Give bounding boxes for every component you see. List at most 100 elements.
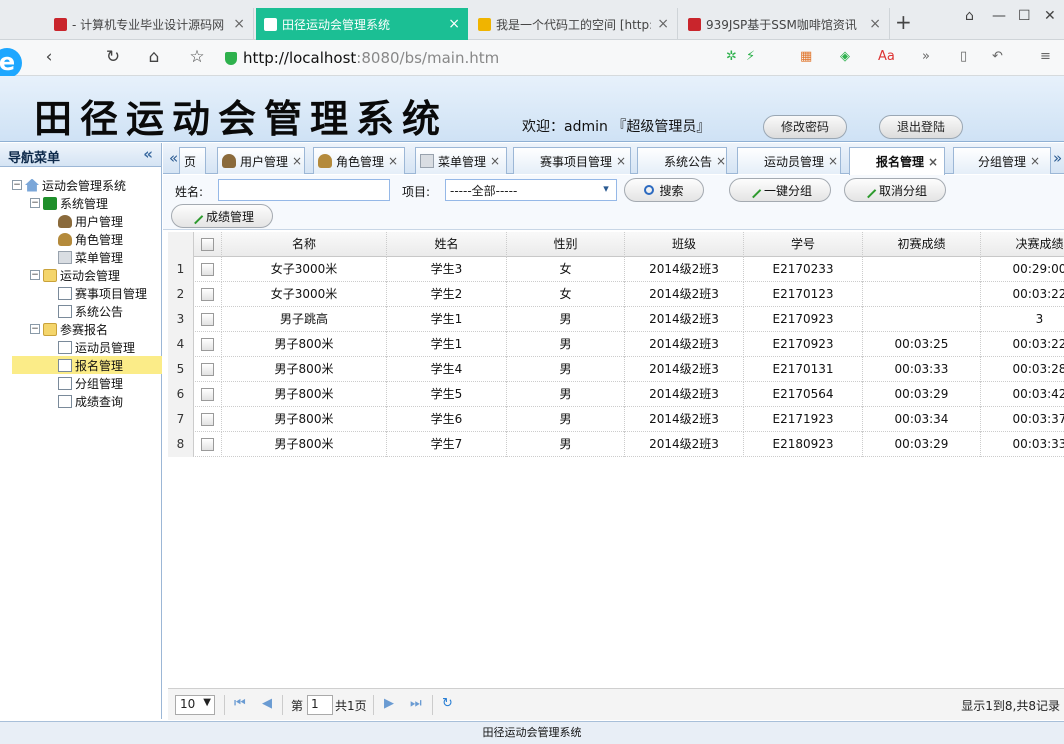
last-page-icon[interactable]: ⏭ — [410, 696, 422, 711]
tree-node-event-management[interactable]: 赛事项目管理 — [58, 284, 147, 302]
close-tab-icon[interactable]: × — [657, 16, 669, 32]
collapse-toggle-icon[interactable]: − — [30, 198, 40, 208]
tab-menu-management[interactable]: 菜单管理 × — [415, 147, 507, 174]
select-all-checkbox[interactable] — [201, 238, 214, 251]
collapse-toggle-icon[interactable]: − — [12, 180, 22, 190]
cancel-group-button[interactable]: 取消分组 — [844, 178, 946, 202]
tree-node-athlete-management[interactable]: 运动员管理 — [58, 338, 135, 356]
row-checkbox[interactable] — [201, 313, 214, 326]
lightning-icon[interactable]: ⚡ — [746, 49, 755, 64]
security-icon[interactable]: ◈ — [840, 49, 850, 64]
undo-icon[interactable]: ↶ — [992, 49, 1003, 64]
column-header-class[interactable]: 班级 — [625, 232, 744, 257]
column-header-event[interactable]: 名称 — [222, 232, 387, 257]
scroll-tabs-left-icon[interactable]: « — [169, 149, 178, 167]
tab-athlete-management[interactable]: 运动员管理 × — [737, 147, 841, 174]
row-checkbox-cell[interactable] — [194, 407, 222, 432]
column-header-final-score[interactable]: 决赛成绩 — [981, 232, 1064, 257]
column-header-gender[interactable]: 性别 — [507, 232, 625, 257]
row-checkbox[interactable] — [201, 263, 214, 276]
table-row[interactable]: 7 男子800米 学生6 男 2014级2班3 E2171923 00:03:34 00:03… — [168, 407, 1064, 432]
table-row[interactable]: 6 男子800米 学生5 男 2014级2班3 E2170564 00:03:29 00:03… — [168, 382, 1064, 407]
table-row[interactable]: 3 男子跳高 学生1 男 2014级2班3 E2170923 3 — [168, 307, 1064, 332]
tab-user-management[interactable]: 用户管理 × — [217, 147, 305, 174]
row-checkbox[interactable] — [201, 388, 214, 401]
tree-node-user-management[interactable]: 用户管理 — [58, 212, 123, 230]
collapse-toggle-icon[interactable]: − — [30, 324, 40, 334]
menu-icon[interactable]: ≡ — [1040, 49, 1051, 64]
refresh-icon[interactable]: ↻ — [442, 696, 453, 711]
tab-role-management[interactable]: 角色管理 × — [313, 147, 405, 174]
browser-tab-4[interactable]: 939JSP基于SSM咖啡馆资讯 × — [680, 8, 890, 40]
score-management-button[interactable]: 成绩管理 — [171, 204, 273, 228]
tree-node-menu-management[interactable]: 菜单管理 — [58, 248, 123, 266]
first-page-icon[interactable]: ⏮ — [234, 696, 246, 711]
collapse-toggle-icon[interactable]: − — [30, 270, 40, 280]
tree-node-root[interactable]: − 运动会管理系统 — [12, 176, 126, 194]
row-checkbox[interactable] — [201, 338, 214, 351]
browser-tab-3[interactable]: 我是一个代码工的空间 [http: × — [470, 8, 678, 40]
apps-icon[interactable]: ▦ — [800, 49, 812, 64]
page-number-input[interactable]: 1 — [307, 695, 333, 715]
row-checkbox[interactable] — [201, 438, 214, 451]
scroll-tabs-right-icon[interactable]: » — [1053, 149, 1062, 167]
tab-home-partial[interactable]: 页 — [179, 147, 206, 174]
table-row[interactable]: 8 男子800米 学生7 男 2014级2班3 E2180923 00:03:29 00:03… — [168, 432, 1064, 457]
tree-node-system[interactable]: − 系统管理 — [30, 194, 108, 212]
translate-icon[interactable]: Aa — [878, 49, 895, 64]
tree-node-role-management[interactable]: 角色管理 — [58, 230, 123, 248]
tree-node-sports-meet[interactable]: − 运动会管理 — [30, 266, 120, 284]
tab-announcements[interactable]: 系统公告 × — [637, 147, 727, 174]
close-window-button[interactable]: ✕ — [1044, 8, 1056, 24]
search-button[interactable]: 搜索 — [624, 178, 704, 202]
mobile-icon[interactable]: ▯ — [960, 49, 967, 64]
row-checkbox-cell[interactable] — [194, 357, 222, 382]
row-checkbox-cell[interactable] — [194, 382, 222, 407]
table-row[interactable]: 2 女子3000米 学生2 女 2014级2班3 E2170123 00:03:22 — [168, 282, 1064, 307]
shirt-icon[interactable]: ⌂ — [965, 8, 974, 24]
new-tab-button[interactable]: + — [895, 10, 912, 34]
tab-group-management[interactable]: 分组管理 × — [953, 147, 1051, 174]
name-input[interactable] — [218, 179, 390, 201]
table-row[interactable]: 5 男子800米 学生4 男 2014级2班3 E2170131 00:03:33 00:03… — [168, 357, 1064, 382]
tree-node-group-management[interactable]: 分组管理 — [58, 374, 123, 392]
close-tab-icon[interactable]: × — [616, 154, 626, 168]
row-checkbox[interactable] — [201, 413, 214, 426]
table-row[interactable]: 1 女子3000米 学生3 女 2014级2班3 E2170233 00:29:00 — [168, 257, 1064, 282]
browser-tab-1[interactable]: - 计算机专业毕业设计源码网 × — [46, 8, 254, 40]
prev-page-icon[interactable]: ◀ — [262, 696, 272, 711]
more-tools-icon[interactable]: » — [922, 49, 930, 64]
back-button[interactable]: ‹ — [38, 47, 60, 67]
close-tab-icon[interactable]: × — [869, 16, 881, 32]
extension-icon[interactable]: ✲ — [726, 49, 737, 64]
tree-node-score-query[interactable]: 成绩查询 — [58, 392, 123, 410]
close-tab-icon[interactable]: × — [828, 154, 838, 168]
page-size-select[interactable]: 10 ▼ — [175, 695, 215, 715]
row-checkbox-cell[interactable] — [194, 432, 222, 457]
close-tab-icon[interactable]: × — [1030, 154, 1040, 168]
maximize-button[interactable]: ☐ — [1018, 8, 1031, 24]
close-tab-icon[interactable]: × — [292, 154, 302, 168]
column-header-prelim-score[interactable]: 初赛成绩 — [863, 232, 981, 257]
change-password-button[interactable]: 修改密码 — [763, 115, 847, 139]
table-row[interactable]: 4 男子800米 学生1 男 2014级2班3 E2170923 00:03:25 00:03… — [168, 332, 1064, 357]
tree-node-signup-management[interactable]: 报名管理 — [12, 356, 162, 374]
tab-signup-management-active[interactable]: 报名管理 × — [849, 147, 945, 175]
collapse-nav-icon[interactable]: « — [143, 145, 153, 163]
address-bar[interactable]: http://localhost:8080/bs/main.htm — [225, 45, 965, 71]
auto-group-button[interactable]: 一键分组 — [729, 178, 831, 202]
reload-button[interactable]: ↻ — [102, 47, 124, 67]
bookmark-star-button[interactable]: ☆ — [186, 47, 208, 67]
row-checkbox-cell[interactable] — [194, 332, 222, 357]
close-tab-icon[interactable]: × — [928, 155, 938, 169]
close-tab-icon[interactable]: × — [388, 154, 398, 168]
project-select[interactable]: -----全部----- ▾ — [445, 179, 617, 201]
tree-node-announcements[interactable]: 系统公告 — [58, 302, 123, 320]
logout-button[interactable]: 退出登陆 — [879, 115, 963, 139]
home-button[interactable]: ⌂ — [143, 47, 165, 67]
tab-event-management[interactable]: 赛事项目管理 × — [513, 147, 631, 174]
row-checkbox[interactable] — [201, 288, 214, 301]
close-tab-icon[interactable]: × — [716, 154, 726, 168]
close-tab-icon[interactable]: × — [490, 154, 500, 168]
row-checkbox-cell[interactable] — [194, 282, 222, 307]
